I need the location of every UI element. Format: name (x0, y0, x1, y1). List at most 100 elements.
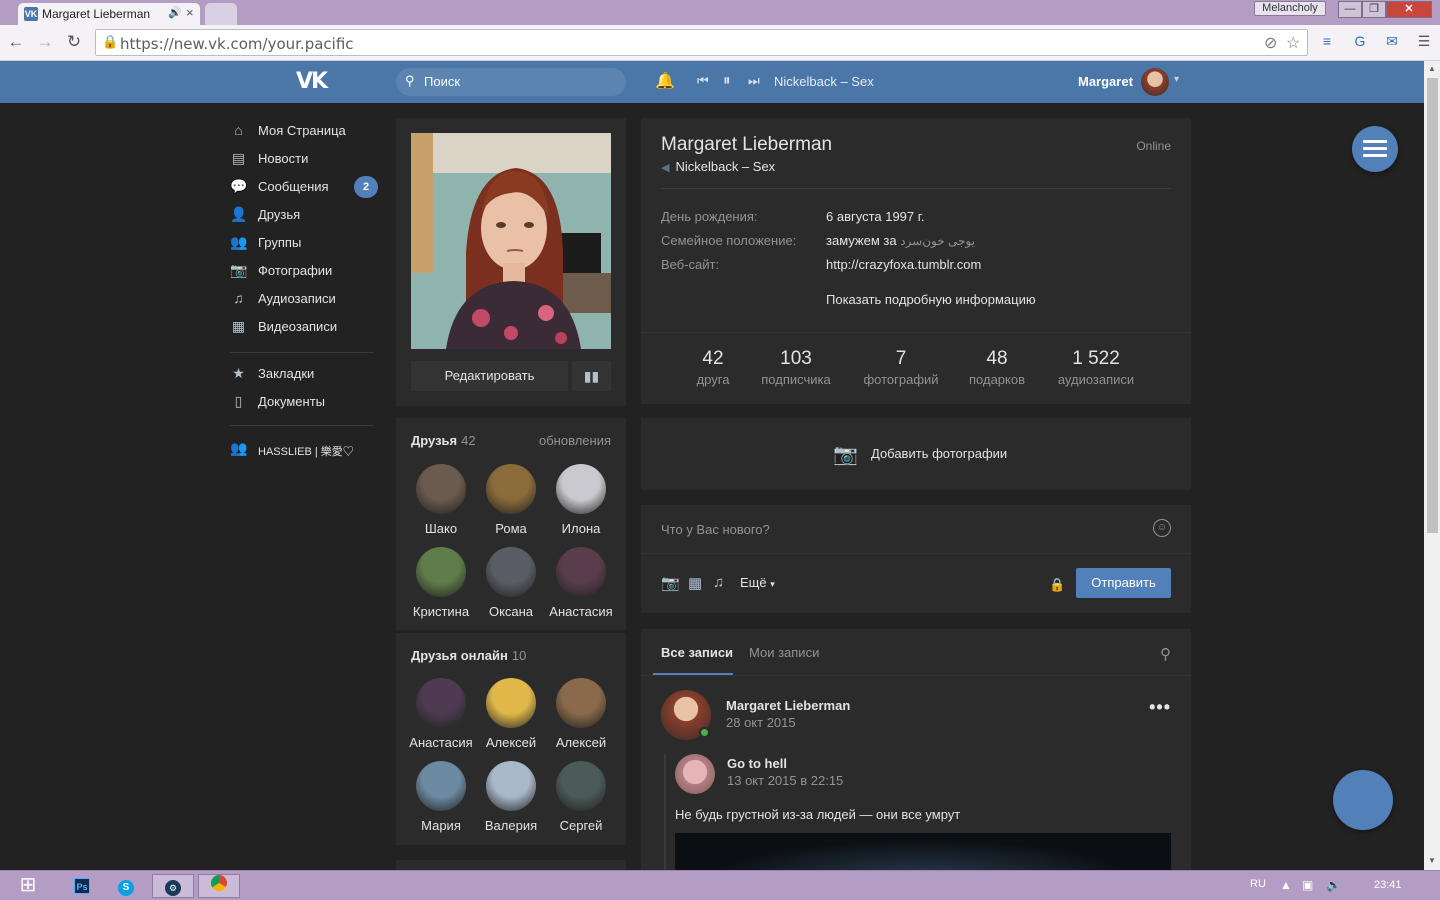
friends-title[interactable]: Друзья 42 (411, 433, 476, 448)
more-attachments-dropdown[interactable]: Ещё ▾ (740, 575, 775, 590)
post-input[interactable]: Что у Вас нового? (661, 522, 770, 537)
windows-start-icon[interactable]: ⊞ (8, 874, 48, 898)
attach-photo-icon[interactable]: 📷 (661, 574, 680, 592)
friend-avatar[interactable] (416, 761, 466, 811)
counter-photos[interactable]: 7 фотографий (860, 348, 942, 387)
post-author[interactable]: Margaret Lieberman (726, 698, 850, 713)
friend-avatar[interactable] (486, 678, 536, 728)
friend-avatar[interactable] (556, 464, 606, 514)
reload-icon[interactable]: ↻ (64, 32, 84, 52)
browser-profile-badge[interactable]: Melancholy (1254, 1, 1326, 16)
friend-tile[interactable]: Рома (476, 464, 546, 544)
emoji-icon[interactable]: ☺ (1153, 519, 1171, 537)
attach-music-icon[interactable]: ♫ (713, 574, 724, 591)
friends-updates-link[interactable]: обновления (539, 433, 611, 448)
back-arrow-icon[interactable]: ← (6, 32, 26, 52)
friend-avatar[interactable] (416, 678, 466, 728)
birthday-value[interactable]: 6 августа 1997 г. (826, 209, 925, 224)
volume-icon[interactable]: 🔈 (1326, 878, 1341, 892)
tab-my-posts[interactable]: Мои записи (749, 645, 819, 660)
friend-tile[interactable]: Сергей (546, 761, 616, 841)
repost-source-avatar[interactable] (675, 754, 715, 794)
friend-name[interactable]: Валерия (476, 818, 546, 833)
show-more-info-link[interactable]: Показать подробную информацию (826, 292, 1036, 307)
attach-video-icon[interactable]: ▦ (688, 574, 702, 592)
friend-avatar[interactable] (486, 761, 536, 811)
language-indicator[interactable]: RU (1250, 878, 1266, 890)
stats-bar-chart-icon[interactable]: ▮▮ (572, 361, 611, 391)
friend-avatar[interactable] (556, 761, 606, 811)
friend-avatar[interactable] (486, 547, 536, 597)
scroll-down-icon[interactable]: ▼ (1424, 853, 1440, 869)
vk-logo[interactable]: VK (296, 69, 328, 94)
friend-tile[interactable]: Валерия (476, 761, 546, 841)
counter-followers[interactable]: 103 подписчика (756, 348, 836, 387)
header-user-name[interactable]: Margaret (1078, 74, 1133, 89)
counter-gifts[interactable]: 48 подарков (965, 348, 1029, 387)
repost-date[interactable]: 13 окт 2015 в 22:15 (727, 773, 843, 788)
floating-menu-button[interactable] (1352, 126, 1398, 172)
minimize-button[interactable]: — (1338, 1, 1362, 18)
friend-tile[interactable]: Анастасия (546, 547, 616, 627)
relationship-partner-link[interactable]: یوجی خون‌سرد (900, 234, 975, 248)
search-input[interactable]: ⚲ Поиск (396, 68, 626, 96)
website-link[interactable]: http://crazyfoxa.tumblr.com (826, 257, 981, 272)
steam-taskbar-icon[interactable]: ⚙ (152, 874, 194, 898)
maximize-button[interactable]: ❐ (1362, 1, 1386, 18)
friend-name[interactable]: Шако (406, 521, 476, 536)
send-button[interactable]: Отправить (1076, 568, 1171, 598)
friend-tile[interactable]: Алексей (476, 678, 546, 758)
repost-source-name[interactable]: Go to hell (727, 756, 787, 771)
friend-tile[interactable]: Мария (406, 761, 476, 841)
address-bar[interactable]: 🔒 https://new.vk.com/your.pacific ⊘ ☆ (95, 29, 1308, 56)
next-track-icon[interactable]: ⏭ (748, 73, 760, 89)
friend-avatar[interactable] (556, 678, 606, 728)
bell-icon[interactable]: 🔔 (655, 71, 675, 91)
header-avatar[interactable] (1141, 68, 1169, 96)
friend-tile[interactable]: Кристина (406, 547, 476, 627)
search-icon[interactable]: ⚲ (1160, 645, 1171, 663)
friend-tile[interactable]: Анастасия (406, 678, 476, 758)
friend-name[interactable]: Сергей (546, 818, 616, 833)
previous-track-icon[interactable]: ⏮ (697, 73, 709, 89)
friend-name[interactable]: Анастасия (546, 604, 616, 619)
friend-tile[interactable]: Алексей (546, 678, 616, 758)
chat-extension-icon[interactable]: ✉ (1382, 33, 1402, 51)
pause-icon[interactable]: ⏸ (723, 72, 731, 89)
friend-name[interactable]: Анастасия (406, 735, 476, 750)
playlist-extension-icon[interactable]: ≡ (1317, 33, 1337, 51)
translate-extension-icon[interactable]: G (1350, 33, 1370, 51)
now-playing-track[interactable]: Nickelback – Sex (774, 74, 874, 89)
skype-taskbar-icon[interactable]: S (106, 874, 146, 898)
privacy-lock-icon[interactable]: 🔒 (1049, 577, 1065, 593)
forward-arrow-icon[interactable]: → (35, 32, 55, 52)
taskbar-clock[interactable]: 23:41 (1374, 879, 1402, 891)
content-blocked-icon[interactable]: ⊘ (1264, 33, 1277, 53)
post-more-icon[interactable]: ••• (1149, 697, 1171, 718)
friend-name[interactable]: Мария (406, 818, 476, 833)
chevron-down-icon[interactable]: ▾ (1174, 74, 1179, 85)
profile-status[interactable]: ◀ Nickelback – Sex (661, 159, 775, 174)
chrome-taskbar-icon[interactable] (198, 874, 240, 898)
friend-tile[interactable]: Шако (406, 464, 476, 544)
friend-avatar[interactable] (486, 464, 536, 514)
counter-friends[interactable]: 42 друга (693, 348, 733, 387)
friend-name[interactable]: Кристина (406, 604, 476, 619)
friend-avatar[interactable] (416, 464, 466, 514)
friend-name[interactable]: Оксана (476, 604, 546, 619)
close-window-button[interactable]: ✕ (1386, 1, 1432, 18)
network-icon[interactable]: ▣ (1302, 878, 1313, 892)
tray-expand-icon[interactable]: ▲ (1280, 878, 1292, 892)
friends-online-title[interactable]: Друзья онлайн 10 (411, 648, 526, 663)
tab-all-posts[interactable]: Все записи (661, 645, 733, 660)
friend-tile[interactable]: Оксана (476, 547, 546, 627)
close-tab-icon[interactable]: × (186, 5, 194, 20)
friend-avatar[interactable] (556, 547, 606, 597)
relationship-value[interactable]: замужем за یوجی خون‌سرد (826, 233, 975, 248)
friend-avatar[interactable] (416, 547, 466, 597)
edit-profile-button[interactable]: Редактировать (411, 361, 568, 391)
bookmark-star-icon[interactable]: ☆ (1286, 33, 1300, 53)
post-date[interactable]: 28 окт 2015 (726, 715, 796, 730)
friend-name[interactable]: Илона (546, 521, 616, 536)
scroll-up-icon[interactable]: ▲ (1424, 61, 1440, 77)
